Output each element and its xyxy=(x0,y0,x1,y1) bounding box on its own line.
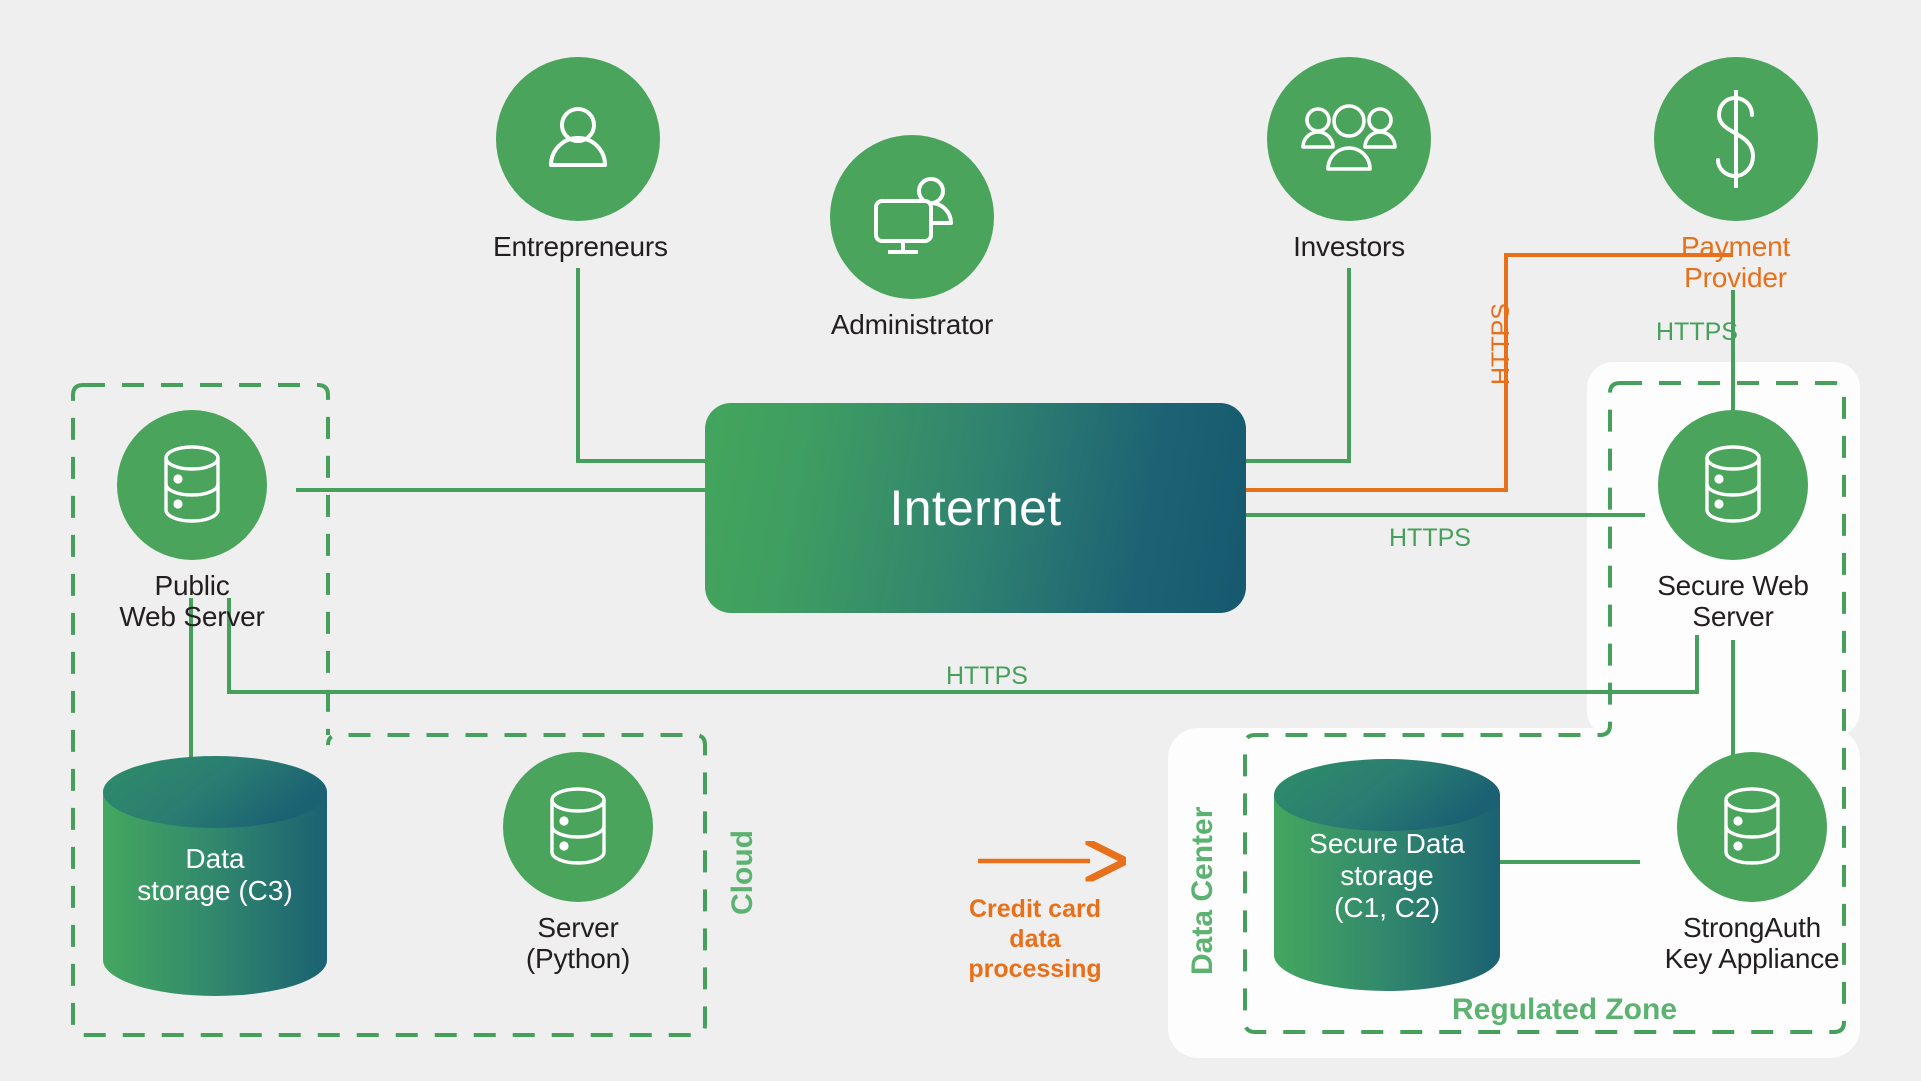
edge-label-https-investors-payment: HTTPS xyxy=(1487,303,1515,385)
zone-label-cloud: Cloud xyxy=(726,830,759,915)
public-web-server-circle xyxy=(117,410,267,560)
zone-label-regulated-zone: Regulated Zone xyxy=(1452,993,1678,1026)
server-label-public-web-server: Public Web Server xyxy=(119,570,265,633)
diagram-canvas: Entrepreneurs Administrator Investors Pa… xyxy=(0,0,1921,1081)
actor-label-administrator: Administrator xyxy=(830,309,994,340)
secure-web-server-circle xyxy=(1658,410,1808,560)
actor-label-entrepreneurs: Entrepreneurs xyxy=(493,231,668,262)
people-group-icon xyxy=(1301,104,1397,171)
zone-label-data-center: Data Center xyxy=(1186,806,1219,975)
entrepreneurs-circle xyxy=(496,57,660,221)
server-strongauth-key-appliance[interactable]: StrongAuth Key Appliance xyxy=(1647,752,1857,975)
cylinder-data-storage-c3 xyxy=(103,756,327,996)
internet-label: Internet xyxy=(889,480,1062,536)
actor-administrator[interactable]: Administrator xyxy=(812,135,1012,340)
internet-node[interactable]: Internet xyxy=(705,403,1246,613)
person-icon xyxy=(549,107,607,167)
actor-payment-provider[interactable]: Payment Provider xyxy=(1648,57,1823,294)
actor-investors[interactable]: Investors xyxy=(1264,57,1434,262)
server-python[interactable]: Server (Python) xyxy=(492,752,664,975)
server-label-secure-web-server: Secure Web Server xyxy=(1657,570,1809,633)
edge-label-https-payment-down: HTTPS xyxy=(1656,318,1738,346)
edge-label-https-public-secure: HTTPS xyxy=(946,662,1028,690)
dollar-sign-icon xyxy=(1715,90,1755,188)
actor-label-payment-provider: Payment Provider xyxy=(1680,231,1791,294)
strongauth-circle xyxy=(1677,752,1827,902)
database-server-icon xyxy=(1724,787,1780,865)
server-label-strongauth: StrongAuth Key Appliance xyxy=(1664,912,1840,975)
edge-investors-internet xyxy=(1246,268,1351,463)
database-server-icon xyxy=(1705,445,1761,523)
investors-circle xyxy=(1267,57,1431,221)
server-python-circle xyxy=(503,752,653,902)
server-label-python: Server (Python) xyxy=(525,912,631,975)
database-server-icon xyxy=(550,787,606,865)
monitor-person-icon xyxy=(874,177,953,254)
server-public-web-server[interactable]: Public Web Server xyxy=(106,410,278,633)
legend-label: Credit card data processing xyxy=(968,895,1102,983)
actor-entrepreneurs[interactable]: Entrepreneurs xyxy=(493,57,668,262)
edge-entrepreneurs-internet xyxy=(576,268,705,463)
administrator-circle xyxy=(830,135,994,299)
database-server-icon xyxy=(164,445,220,523)
cylinder-secure-data-storage xyxy=(1274,759,1500,991)
server-secure-web-server[interactable]: Secure Web Server xyxy=(1647,410,1819,633)
legend-credit-card-processing: Credit card data processing xyxy=(940,880,1130,984)
actor-label-investors: Investors xyxy=(1293,231,1405,262)
payment-provider-circle xyxy=(1653,57,1818,221)
edge-label-https-internet-secure: HTTPS xyxy=(1389,524,1471,552)
